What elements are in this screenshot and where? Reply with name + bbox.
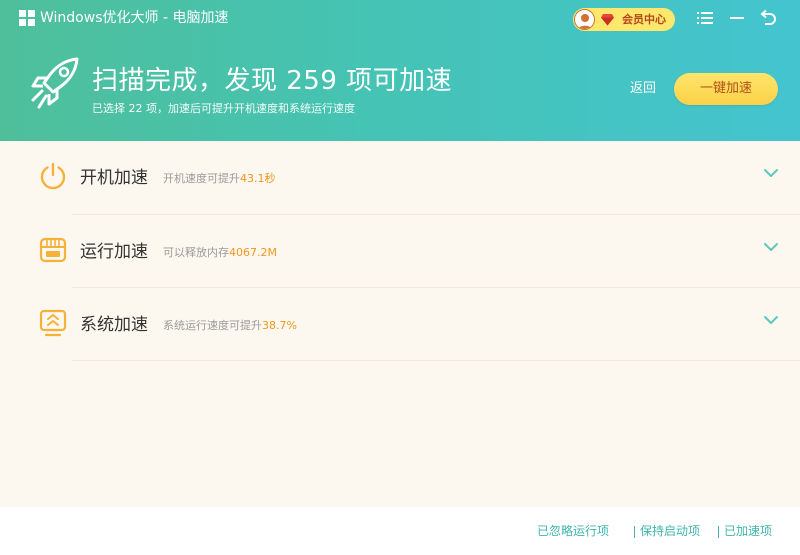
header-banner: Windows优化大师 - 电脑加速 会员中心 扫描完成，发现 259 项可加速…: [0, 0, 800, 141]
minimize-button[interactable]: [727, 8, 747, 28]
title-bar: Windows优化大师 - 电脑加速 会员中心: [0, 0, 800, 36]
power-icon: [40, 162, 66, 190]
avatar: [574, 9, 595, 30]
boost-item-desc: 可以释放内存4067.2M: [163, 246, 277, 259]
boost-item-desc: 开机速度可提升43.1秒: [163, 172, 276, 185]
divider: [72, 360, 800, 361]
boost-item-name: 系统加速: [80, 315, 148, 335]
chevron-down-icon[interactable]: [762, 313, 780, 327]
scan-result-headline: 扫描完成，发现 259 项可加速: [92, 66, 453, 96]
boost-item-name: 开机加速: [80, 168, 148, 188]
boost-item-desc: 系统运行速度可提升38.7%: [163, 319, 297, 332]
return-arrow-icon: [760, 9, 776, 25]
app-title: Windows优化大师 - 电脑加速: [40, 10, 229, 26]
boost-item-value: 43.1秒: [240, 172, 276, 185]
chevron-down-icon[interactable]: [762, 240, 780, 254]
vip-center-button[interactable]: 会员中心: [573, 8, 675, 31]
boost-item-system[interactable]: 系统加速 系统运行速度可提升38.7%: [0, 288, 800, 361]
ignored-items-link[interactable]: 已忽略运行项: [537, 524, 609, 539]
footer-bar: 已忽略运行项 保持启动项 已加速项: [0, 507, 800, 555]
scan-result-subline: 已选择 22 项，加速后可提升开机速度和系统运行速度: [92, 102, 355, 115]
boost-item-value: 4067.2M: [229, 246, 277, 259]
footer-divider: [634, 526, 635, 538]
vip-center-label: 会员中心: [622, 13, 666, 26]
diamond-icon: [601, 14, 614, 26]
boost-item-value: 38.7%: [262, 319, 297, 332]
rocket-icon: [31, 57, 79, 109]
list-menu-icon: [697, 12, 713, 24]
footer-divider: [718, 526, 719, 538]
boost-item-name: 运行加速: [80, 242, 148, 262]
back-window-button[interactable]: [758, 8, 778, 28]
windows-logo-icon: [19, 10, 35, 26]
return-link[interactable]: 返回: [630, 81, 656, 97]
system-speed-icon: [39, 309, 67, 337]
boost-item-startup[interactable]: 开机加速 开机速度可提升43.1秒: [0, 141, 800, 214]
chevron-down-icon[interactable]: [762, 166, 780, 180]
boosted-items-link[interactable]: 已加速项: [724, 524, 772, 539]
one-click-boost-button[interactable]: 一键加速: [674, 73, 778, 105]
boost-item-runtime[interactable]: 运行加速 可以释放内存4067.2M: [0, 215, 800, 288]
kept-startup-items-link[interactable]: 保持启动项: [640, 524, 700, 539]
memory-icon: [39, 237, 67, 263]
minimize-icon: [730, 17, 744, 19]
menu-button[interactable]: [695, 8, 715, 28]
